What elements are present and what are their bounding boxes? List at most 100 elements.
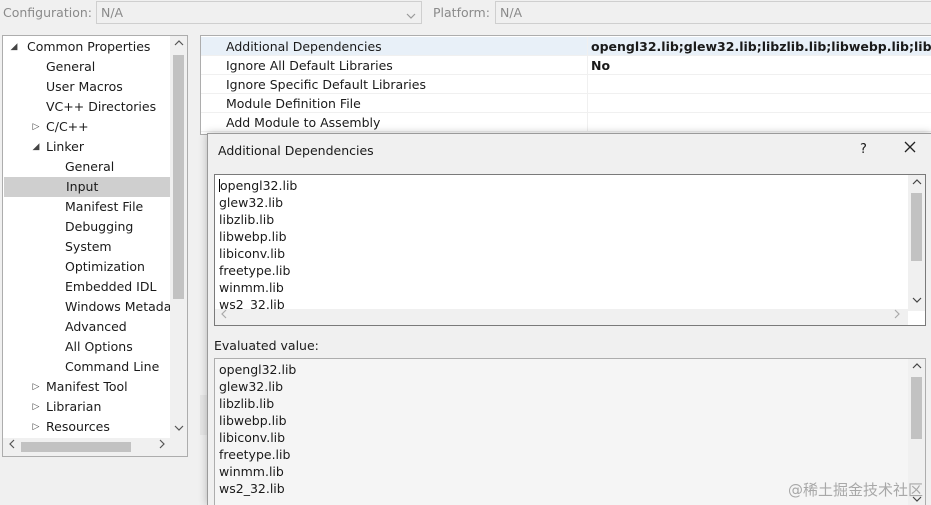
column-divider: [587, 113, 588, 132]
platform-label: Platform:: [433, 5, 490, 20]
collapsed-arrow-icon[interactable]: ▷: [31, 397, 41, 417]
config-bar: Configuration: N/A Platform: N/A: [0, 0, 931, 26]
property-row[interactable]: Module Definition File: [201, 94, 931, 113]
platform-dropdown[interactable]: N/A: [495, 1, 931, 24]
dependency-line-text: libzlib.lib: [219, 212, 275, 227]
evaluated-line: freetype.lib: [219, 446, 290, 463]
column-divider: [587, 75, 588, 94]
scroll-down-icon[interactable]: [908, 293, 925, 310]
help-button[interactable]: ?: [860, 142, 867, 157]
tree-item[interactable]: ◢ Linker: [3, 137, 169, 157]
tree-item-label: General: [46, 59, 96, 74]
dependency-line-text: opengl32.lib: [220, 178, 298, 193]
expanded-arrow-icon[interactable]: ◢: [9, 37, 19, 57]
tree-item[interactable]: Manifest File: [3, 197, 169, 217]
tree-item[interactable]: ▷ Resources: [3, 417, 169, 437]
evaluated-value-label: Evaluated value:: [214, 338, 319, 353]
collapsed-arrow-icon[interactable]: ▷: [31, 417, 41, 437]
tree-item[interactable]: System: [3, 237, 169, 257]
tree-item[interactable]: ▷ Manifest Tool: [3, 377, 169, 397]
tree-item-label: System: [65, 239, 112, 254]
tree-item-label: Embedded IDL: [65, 279, 157, 294]
configuration-value: N/A: [101, 5, 124, 20]
evaluated-line: libwebp.lib: [219, 412, 287, 429]
scroll-down-icon[interactable]: [170, 421, 187, 438]
tree-item-label: Common Properties: [27, 39, 151, 54]
tree-vertical-scrollbar[interactable]: [170, 36, 187, 438]
column-divider: [587, 94, 588, 113]
dependency-line: libiconv.lib: [219, 245, 285, 262]
scroll-up-icon[interactable]: [170, 36, 187, 53]
column-divider: [587, 37, 588, 56]
tree-item-label: C/C++: [46, 119, 89, 134]
dependencies-edit-box[interactable]: opengl32.lib glew32.lib libzlib.lib libwebp…: [214, 174, 926, 326]
property-row[interactable]: Additional Dependencies opengl32.lib;glew…: [201, 37, 931, 56]
tree-item-label: Manifest File: [65, 199, 144, 214]
evaluated-line: libzlib.lib: [219, 395, 274, 412]
tree-item[interactable]: General: [3, 57, 169, 77]
tree-item-label: Command Line: [65, 359, 160, 374]
tree-item-label: Advanced: [65, 319, 127, 334]
collapsed-arrow-icon[interactable]: ▷: [31, 377, 41, 397]
watermark: @稀土掘金技术社区: [787, 481, 923, 499]
tree-item[interactable]: User Macros: [3, 77, 169, 97]
property-row[interactable]: Add Module to Assembly: [201, 113, 931, 132]
evaluated-line: ws2_32.lib: [219, 480, 285, 497]
evaluated-scroll-thumb[interactable]: [911, 377, 922, 439]
platform-value: N/A: [500, 5, 523, 20]
dependency-line: libzlib.lib: [219, 211, 274, 228]
scroll-right-icon[interactable]: [153, 438, 170, 456]
tree-item-label: General: [65, 159, 115, 174]
scroll-left-icon[interactable]: [3, 438, 20, 456]
edit-scroll-thumb[interactable]: [911, 193, 922, 261]
tree-item-label: Librarian: [46, 399, 102, 414]
tree-item-label: Optimization: [65, 259, 145, 274]
tree-scroll-thumb[interactable]: [173, 55, 184, 299]
property-name: Ignore All Default Libraries: [226, 58, 393, 73]
tree-item-label: Resources: [46, 419, 110, 434]
tree-item[interactable]: Windows Metada: [3, 297, 172, 317]
property-value[interactable]: opengl32.lib;glew32.lib;libzlib.lib;libw…: [591, 37, 931, 56]
property-tree: ◢ Common Properties General User Macros VC++…: [2, 35, 188, 457]
configuration-dropdown[interactable]: N/A: [96, 1, 422, 24]
dependency-line-text: winmm.lib: [219, 280, 284, 295]
scroll-up-icon[interactable]: [908, 359, 925, 376]
tree-item[interactable]: All Options: [3, 337, 169, 357]
edit-horizontal-scrollbar[interactable]: [215, 309, 908, 325]
tree-item[interactable]: ◢ Common Properties: [3, 37, 169, 57]
background-fragment: [200, 395, 207, 435]
tree-item-label: All Options: [65, 339, 133, 354]
evaluated-line: opengl32.lib: [219, 361, 296, 378]
tree-item-label: Input: [66, 179, 99, 194]
tree-hscroll-thumb[interactable]: [21, 442, 131, 452]
tree-item[interactable]: ▷ Librarian: [3, 397, 169, 417]
scroll-up-icon[interactable]: [908, 175, 925, 192]
collapsed-arrow-icon[interactable]: ▷: [31, 117, 41, 137]
tree-item[interactable]: VC++ Directories: [3, 97, 169, 117]
dependency-line: freetype.lib: [219, 262, 290, 279]
scroll-right-icon[interactable]: [888, 309, 905, 325]
dependency-line-text: libiconv.lib: [219, 246, 286, 261]
tree-item[interactable]: Input: [4, 177, 170, 197]
tree-item[interactable]: Embedded IDL: [3, 277, 169, 297]
tree-horizontal-scrollbar[interactable]: [3, 438, 187, 456]
scroll-left-icon[interactable]: [215, 309, 232, 325]
close-button[interactable]: [901, 139, 919, 157]
tree-item[interactable]: Advanced: [3, 317, 169, 337]
tree-item[interactable]: Command Line: [3, 357, 169, 377]
tree-item-label: Windows Metada: [65, 299, 172, 314]
tree-item[interactable]: General: [3, 157, 169, 177]
dialog-title: Additional Dependencies: [218, 143, 374, 158]
tree-item[interactable]: ▷ C/C++: [3, 117, 169, 137]
edit-vertical-scrollbar[interactable]: [908, 175, 925, 311]
tree-item[interactable]: Debugging: [3, 217, 169, 237]
evaluated-line-text: opengl32.lib: [219, 362, 297, 377]
property-value[interactable]: No: [591, 56, 610, 75]
expanded-arrow-icon[interactable]: ◢: [31, 137, 41, 157]
dependency-line: winmm.lib: [219, 279, 284, 296]
tree-item-label: Manifest Tool: [46, 379, 128, 394]
property-name: Ignore Specific Default Libraries: [226, 77, 426, 92]
property-row[interactable]: Ignore Specific Default Libraries: [201, 75, 931, 94]
property-row[interactable]: Ignore All Default Libraries No: [201, 56, 931, 75]
tree-item[interactable]: Optimization: [3, 257, 169, 277]
